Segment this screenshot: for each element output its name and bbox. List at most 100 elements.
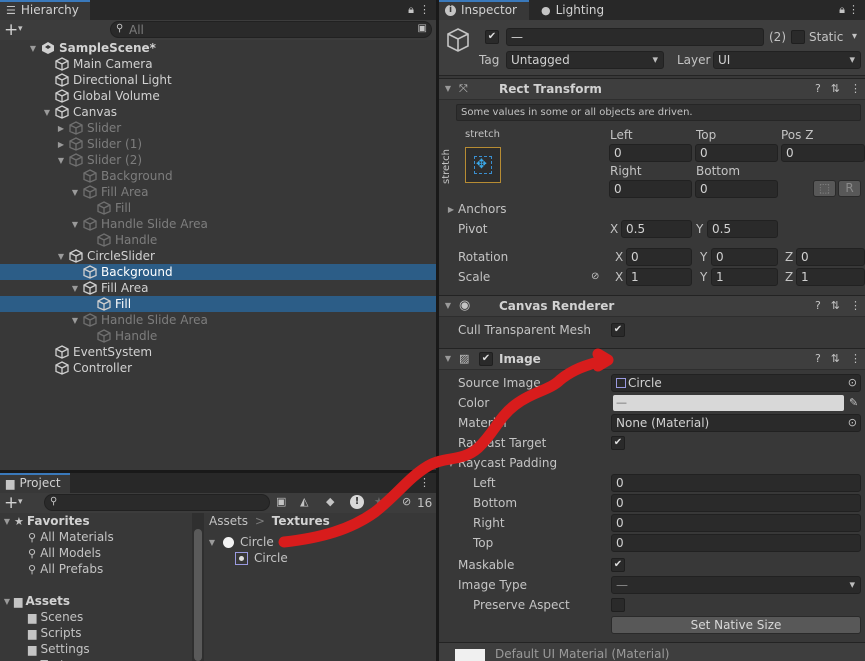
help-icon[interactable]: ? <box>815 299 821 312</box>
hierarchy-row[interactable]: ▼ Canvas <box>0 104 436 120</box>
foldout-arrow-icon[interactable]: ▼ <box>56 252 66 261</box>
more-menu-icon[interactable]: ⋮ <box>419 477 430 488</box>
hierarchy-row[interactable]: ▼ Handle Slide Area <box>0 312 436 328</box>
favorites-twirl-icon[interactable]: ▼ <box>2 517 12 526</box>
preset-icon[interactable]: ⇅ <box>831 299 840 312</box>
foldout-arrow-icon[interactable]: ▼ <box>70 220 80 229</box>
posz-field[interactable]: 0 <box>781 144 865 162</box>
image-type-dropdown[interactable]: — <box>611 576 861 594</box>
foldout-arrow-icon[interactable]: ▼ <box>70 316 80 325</box>
default-material-label[interactable]: Default UI Material (Material) <box>495 647 669 661</box>
maskable-checkbox[interactable]: ✔ <box>611 558 625 572</box>
object-picker-icon[interactable]: ⊙ <box>848 417 857 428</box>
cull-transparent-mesh-checkbox[interactable]: ✔ <box>611 323 625 337</box>
object-picker-icon[interactable]: ⊙ <box>848 377 857 388</box>
hierarchy-row[interactable]: ▼ CircleSlider <box>0 248 436 264</box>
rotation-y-field[interactable]: 0 <box>711 248 778 266</box>
project-tree-scrollbar[interactable] <box>192 513 204 661</box>
tag-dropdown[interactable]: Untagged <box>506 51 664 69</box>
breadcrumb-root[interactable]: Assets <box>209 514 248 528</box>
component-menu-icon[interactable]: ⋮ <box>850 299 861 312</box>
padding-left-field[interactable]: 0 <box>611 474 861 492</box>
color-field[interactable]: — <box>613 395 844 411</box>
foldout-arrow-icon[interactable]: ▼ <box>56 156 66 165</box>
foldout-arrow-icon[interactable]: ▼ <box>70 188 80 197</box>
favorites-header[interactable]: ▼ ★ Favorites <box>0 513 192 529</box>
hierarchy-row[interactable]: ▼ Fill Area <box>0 184 436 200</box>
hierarchy-row[interactable]: Controller <box>0 360 436 376</box>
scale-y-field[interactable]: 1 <box>711 268 778 286</box>
foldout-arrow-icon[interactable]: ▼ <box>28 44 38 53</box>
hierarchy-row[interactable]: ▼ Slider (2) <box>0 152 436 168</box>
hierarchy-row[interactable]: ▼ Handle Slide Area <box>0 216 436 232</box>
source-image-field[interactable]: Circle ⊙ <box>611 374 861 392</box>
add-asset-button[interactable]: + <box>4 493 18 513</box>
hierarchy-row[interactable]: Fill <box>0 296 436 312</box>
hidden-packages-icon[interactable]: ⊘ <box>402 496 411 507</box>
tab-project[interactable]: ▆ Project <box>0 473 70 493</box>
tab-inspector[interactable]: i Inspector <box>439 0 529 20</box>
image-header[interactable]: ▼ ▨ ✔ Image ? ⇅ ⋮ <box>439 348 865 370</box>
hierarchy-row[interactable]: ▶ Slider (1) <box>0 136 436 152</box>
scale-z-field[interactable]: 1 <box>796 268 865 286</box>
foldout-icon[interactable]: ▼ <box>443 354 453 363</box>
tab-hierarchy[interactable]: ☰ Hierarchy <box>0 0 90 20</box>
pivot-x-field[interactable]: 0.5 <box>621 220 692 238</box>
component-menu-icon[interactable]: ⋮ <box>850 82 861 95</box>
hierarchy-row[interactable]: EventSystem <box>0 344 436 360</box>
layer-dropdown[interactable]: UI <box>713 51 861 69</box>
foldout-icon[interactable]: ▼ <box>443 84 453 93</box>
hierarchy-search-input[interactable]: ⚲ All ▣ <box>110 21 432 38</box>
foldout-icon[interactable]: ▼ <box>443 301 453 310</box>
top-field[interactable]: 0 <box>695 144 778 162</box>
asset-folder-item[interactable]: ▆ Scripts <box>0 625 192 641</box>
assets-header[interactable]: ▼ ▆ Assets <box>0 593 192 609</box>
object-name-input[interactable]: — <box>506 28 764 46</box>
hierarchy-row[interactable]: Handle <box>0 328 436 344</box>
add-button[interactable]: + <box>4 20 18 40</box>
asset-item-circle-sprite[interactable]: Circle <box>205 550 436 566</box>
preserve-aspect-checkbox[interactable] <box>611 598 625 612</box>
more-menu-icon[interactable]: ⋮ <box>419 4 430 15</box>
foldout-arrow-icon[interactable]: ▼ <box>70 284 80 293</box>
console-warning-icon[interactable]: ! <box>350 495 364 509</box>
blueprint-mode-button[interactable]: ⬚ <box>813 180 836 197</box>
project-search-input[interactable]: ⚲ <box>44 494 270 511</box>
breadcrumb-current[interactable]: Textures <box>272 514 330 528</box>
asset-twirl-icon[interactable]: ▼ <box>207 538 217 547</box>
image-enabled-checkbox[interactable]: ✔ <box>479 352 493 366</box>
padding-top-field[interactable]: 0 <box>611 534 861 552</box>
eyedropper-icon[interactable]: ✎ <box>849 397 858 408</box>
canvas-renderer-header[interactable]: ▼ ◉ Canvas Renderer ? ⇅ ⋮ <box>439 295 865 317</box>
search-by-type-icon[interactable]: ▣ <box>276 496 286 507</box>
active-checkbox[interactable]: ✔ <box>485 30 499 44</box>
raycast-padding-label[interactable]: Raycast Padding <box>458 456 557 470</box>
tab-lighting[interactable]: ● Lighting <box>535 0 615 20</box>
anchor-presets-button[interactable]: ✥ <box>465 147 501 183</box>
preset-icon[interactable]: ⇅ <box>831 352 840 365</box>
right-field[interactable]: 0 <box>609 180 692 198</box>
hierarchy-row[interactable]: Fill <box>0 200 436 216</box>
hierarchy-row[interactable]: ▶ Slider <box>0 120 436 136</box>
hierarchy-row[interactable]: Directional Light <box>0 72 436 88</box>
favorite-star-icon[interactable]: ★ <box>374 496 384 507</box>
anchors-label[interactable]: Anchors <box>458 202 507 216</box>
favorite-item[interactable]: ⚲ All Prefabs <box>0 561 192 577</box>
hierarchy-row[interactable]: ▼ Fill Area <box>0 280 436 296</box>
padding-bottom-field[interactable]: 0 <box>611 494 861 512</box>
hierarchy-row[interactable]: Background <box>0 168 436 184</box>
hierarchy-row[interactable]: Global Volume <box>0 88 436 104</box>
raycast-padding-foldout-icon[interactable]: ▼ <box>446 459 456 468</box>
hierarchy-row[interactable]: Main Camera <box>0 56 436 72</box>
more-menu-icon[interactable]: ⋮ <box>848 4 859 15</box>
set-native-size-button[interactable]: Set Native Size <box>611 616 861 634</box>
foldout-arrow-icon[interactable]: ▶ <box>56 140 66 149</box>
hierarchy-row[interactable]: ▼ SampleScene* <box>0 40 436 56</box>
favorite-item[interactable]: ⚲ All Materials <box>0 529 192 545</box>
rotation-x-field[interactable]: 0 <box>626 248 692 266</box>
pivot-y-field[interactable]: 0.5 <box>707 220 778 238</box>
search-filter-icon[interactable]: ▣ <box>418 24 427 34</box>
assets-twirl-icon[interactable]: ▼ <box>2 597 12 606</box>
hierarchy-row[interactable]: Handle <box>0 232 436 248</box>
asset-folder-item[interactable]: ▆ Scenes <box>0 609 192 625</box>
